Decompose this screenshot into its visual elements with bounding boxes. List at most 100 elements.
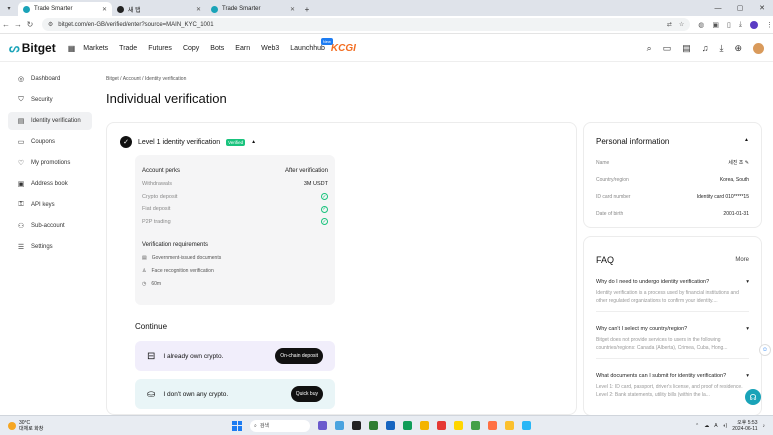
collapse-caret-icon[interactable]: ▲ xyxy=(251,139,256,145)
new-tab-button[interactable]: + xyxy=(300,2,314,16)
nav-web3[interactable]: Web3 xyxy=(261,45,279,52)
nav-trade[interactable]: Trade xyxy=(119,45,137,52)
excel-app-icon[interactable] xyxy=(471,421,480,430)
personal-info-header[interactable]: Personal information ▲ xyxy=(596,137,749,146)
breadcrumb-current: Identity verification xyxy=(144,76,187,82)
search-icon[interactable]: ⌕ xyxy=(647,43,652,54)
faq-more-link[interactable]: More xyxy=(735,257,749,263)
notification-bell-icon[interactable]: ♪ xyxy=(763,423,766,429)
close-tab-icon[interactable]: ✕ xyxy=(102,6,107,13)
support-headset-icon[interactable]: ☊ xyxy=(745,389,761,405)
browser-profile-avatar[interactable] xyxy=(750,20,758,29)
network-icon[interactable]: ☁ xyxy=(704,423,709,429)
sidebar-item-label: Security xyxy=(31,97,53,103)
copilot-app-icon[interactable] xyxy=(318,421,327,430)
nav-markets[interactable]: Markets xyxy=(83,45,108,52)
close-tab-icon[interactable]: ✕ xyxy=(290,6,295,13)
account-sidebar: ◎ Dashboard ⛉ Security ▤ Identity verificatio… xyxy=(8,70,92,259)
site-info-icon[interactable]: ⚙ xyxy=(48,21,53,28)
forward-icon[interactable]: → xyxy=(12,20,24,29)
close-tab-icon[interactable]: ✕ xyxy=(196,6,201,13)
paint-app-icon[interactable] xyxy=(522,421,531,430)
sidepanel-icon[interactable]: ▯ xyxy=(727,21,731,29)
widgets-app-icon[interactable] xyxy=(335,421,344,430)
no-crypto-option[interactable]: ⛀ I don't own any crypto. Quick buy xyxy=(135,379,335,409)
faq-question[interactable]: What documents can I submit for identity… xyxy=(596,373,749,379)
file-app-icon[interactable] xyxy=(352,421,361,430)
powerpoint-app-icon[interactable] xyxy=(488,421,497,430)
windows-start-icon[interactable] xyxy=(232,420,242,431)
breadcrumb-account[interactable]: Account xyxy=(123,76,141,82)
collapse-caret-icon[interactable]: ▲ xyxy=(744,137,749,146)
nav-bots[interactable]: Bots xyxy=(210,45,224,52)
sidebar-item-my-promotions[interactable]: ♡ My promotions xyxy=(8,154,92,172)
info-row: Name 세진 조 ✎ xyxy=(596,159,749,167)
sidebar-item-identity-verification[interactable]: ▤ Identity verification xyxy=(8,112,92,130)
extension-icon[interactable]: ◍ xyxy=(698,21,704,29)
requirement-item: ▤ Government-issued documents xyxy=(142,255,222,261)
user-avatar[interactable] xyxy=(753,42,764,54)
maximize-icon[interactable]: ▢ xyxy=(729,4,751,12)
divider xyxy=(596,358,749,359)
sidebar-item-security[interactable]: ⛉ Security xyxy=(8,91,92,109)
minimize-icon[interactable]: — xyxy=(707,5,729,12)
nav-launchhub[interactable]: Launchhub New xyxy=(290,37,333,52)
chat-bubble-icon[interactable]: ☺ xyxy=(759,344,771,356)
browser-tab-3[interactable]: Trade Smarter ✕ xyxy=(206,2,300,16)
tab-title: Trade Smarter xyxy=(222,6,261,12)
kcgi-promo-logo[interactable]: KCGI xyxy=(331,43,356,54)
sun-icon xyxy=(8,421,16,430)
translate-icon[interactable]: ⇄ xyxy=(667,21,672,28)
chrome-app-icon[interactable] xyxy=(403,421,412,430)
nav-earn[interactable]: Earn xyxy=(235,45,250,52)
kakaotalk-app-icon[interactable] xyxy=(454,421,463,430)
apps-grid-icon[interactable]: ▦ xyxy=(68,44,76,53)
faq-question[interactable]: Why can't I select my country/region? ▾ xyxy=(596,326,749,332)
quick-buy-button[interactable]: Quick buy xyxy=(290,386,323,402)
clock[interactable]: 오후 5:53 2024-06-11 xyxy=(732,420,757,432)
tab-search-icon[interactable]: ▾ xyxy=(0,0,18,16)
browser-tab-2[interactable]: 새 탭 ✕ xyxy=(112,2,206,16)
orders-icon[interactable]: ▤ xyxy=(682,43,691,54)
url-input[interactable]: ⚙ bitget.com/en-GB/verified/enter?source… xyxy=(41,18,691,31)
sidebar-item-api-keys[interactable]: ⚿ API keys xyxy=(8,196,92,214)
nav-futures[interactable]: Futures xyxy=(148,45,172,52)
assets-icon[interactable]: ▭ xyxy=(663,43,672,54)
sidebar-item-settings[interactable]: ☰ Settings xyxy=(8,238,92,256)
breadcrumb-bitget[interactable]: Bitget xyxy=(106,76,119,82)
taskbar-search-input[interactable]: ⌕ 검색 xyxy=(250,419,310,432)
level-1-header[interactable]: ✓ Level 1 identity verification Verified… xyxy=(120,136,256,148)
word-app-icon[interactable] xyxy=(386,421,395,430)
back-icon[interactable]: ← xyxy=(0,20,12,29)
sidebar-item-dashboard[interactable]: ◎ Dashboard xyxy=(8,70,92,88)
explorer-app-icon[interactable] xyxy=(369,421,378,430)
sidebar-item-address-book[interactable]: ▣ Address book xyxy=(8,175,92,193)
menu-kebab-icon[interactable]: ⋮ xyxy=(766,21,773,29)
bitget-logo[interactable]: ᔕ Bitget xyxy=(9,41,56,55)
ime-icon[interactable]: A xyxy=(714,423,717,429)
puzzle-icon[interactable]: ▣ xyxy=(712,21,719,29)
nav-copy[interactable]: Copy xyxy=(183,45,199,52)
browser-tab-1[interactable]: Trade Smarter ✕ xyxy=(18,2,112,16)
language-globe-icon[interactable]: ⊕ xyxy=(734,43,742,54)
taskbar-apps: ⌕ 검색 xyxy=(232,419,531,432)
sidebar-item-sub-account[interactable]: ⚇ Sub-account xyxy=(8,217,92,235)
notification-bell-icon[interactable]: ♫ xyxy=(702,43,709,53)
sidebar-item-coupons[interactable]: ▭ Coupons xyxy=(8,133,92,151)
dashboard-icon: ◎ xyxy=(17,76,25,83)
close-window-icon[interactable]: ✕ xyxy=(751,4,773,12)
bookmark-star-icon[interactable]: ☆ xyxy=(679,21,684,28)
notes-app-icon[interactable] xyxy=(505,421,514,430)
faq-question[interactable]: Why do I need to undergo identity verifi… xyxy=(596,279,749,285)
reload-icon[interactable]: ↻ xyxy=(24,20,36,29)
own-crypto-option[interactable]: ⊟ I already own crypto. On-chain deposit xyxy=(135,341,335,371)
folder-app-icon[interactable] xyxy=(420,421,429,430)
on-chain-deposit-button[interactable]: On-chain deposit xyxy=(275,348,323,364)
weather-widget[interactable]: 30°C 대체로 화창 xyxy=(0,420,43,432)
store-app-icon[interactable] xyxy=(437,421,446,430)
volume-icon[interactable]: ◖) xyxy=(723,423,728,429)
breadcrumb: Bitget / Account / Identity verification xyxy=(106,76,187,82)
tray-expand-icon[interactable]: ⌃ xyxy=(695,423,699,429)
download-app-icon[interactable]: ⤓ xyxy=(719,43,723,54)
download-icon[interactable]: ⤓ xyxy=(739,21,742,29)
